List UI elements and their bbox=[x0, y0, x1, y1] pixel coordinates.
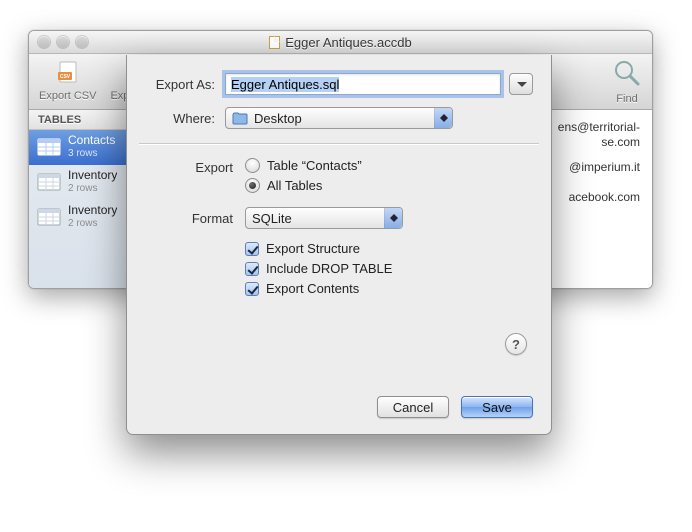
save-button[interactable]: Save bbox=[461, 396, 533, 418]
check-export-structure[interactable]: Export Structure bbox=[245, 241, 392, 256]
cancel-button[interactable]: Cancel bbox=[377, 396, 449, 418]
find-button[interactable]: Find bbox=[612, 59, 642, 105]
format-popup[interactable]: SQLite bbox=[245, 207, 403, 229]
table-icon bbox=[37, 138, 61, 156]
export-scope-label: Export bbox=[145, 158, 245, 193]
check-export-contents[interactable]: Export Contents bbox=[245, 281, 392, 296]
where-popup[interactable]: Desktop bbox=[225, 107, 453, 129]
where-label: Where: bbox=[145, 111, 225, 126]
check-include-drop-table[interactable]: Include DROP TABLE bbox=[245, 261, 392, 276]
updown-stepper-icon bbox=[384, 208, 402, 228]
separator bbox=[139, 143, 539, 144]
table-icon bbox=[37, 208, 61, 226]
updown-stepper-icon bbox=[434, 108, 452, 128]
radio-table-contacts[interactable]: Table “Contacts” bbox=[245, 158, 362, 173]
format-label: Format bbox=[145, 211, 245, 226]
email-fragment: acebook.com bbox=[569, 190, 640, 204]
magnifier-icon bbox=[612, 59, 642, 90]
csv-file-icon: CSV bbox=[53, 61, 83, 87]
export-csv-button[interactable]: CSV Export CSV bbox=[39, 61, 96, 102]
help-button[interactable]: ? bbox=[505, 333, 527, 355]
export-as-input[interactable] bbox=[225, 73, 501, 95]
expand-save-panel-button[interactable] bbox=[509, 73, 533, 95]
title-bar: Egger Antiques.accdb bbox=[29, 31, 652, 54]
email-fragment: @imperium.it bbox=[569, 160, 640, 174]
export-sheet: Export As: Where: Desktop Export Table “… bbox=[126, 55, 552, 435]
radio-all-tables[interactable]: All Tables bbox=[245, 178, 362, 193]
folder-icon bbox=[232, 112, 248, 125]
export-as-label: Export As: bbox=[145, 77, 225, 92]
svg-text:CSV: CSV bbox=[60, 74, 71, 80]
email-fragment: se.com bbox=[601, 135, 640, 149]
window-title: Egger Antiques.accdb bbox=[29, 31, 652, 54]
email-fragment: ens@territorial- bbox=[558, 120, 640, 134]
table-icon bbox=[37, 173, 61, 191]
document-icon bbox=[269, 36, 280, 49]
